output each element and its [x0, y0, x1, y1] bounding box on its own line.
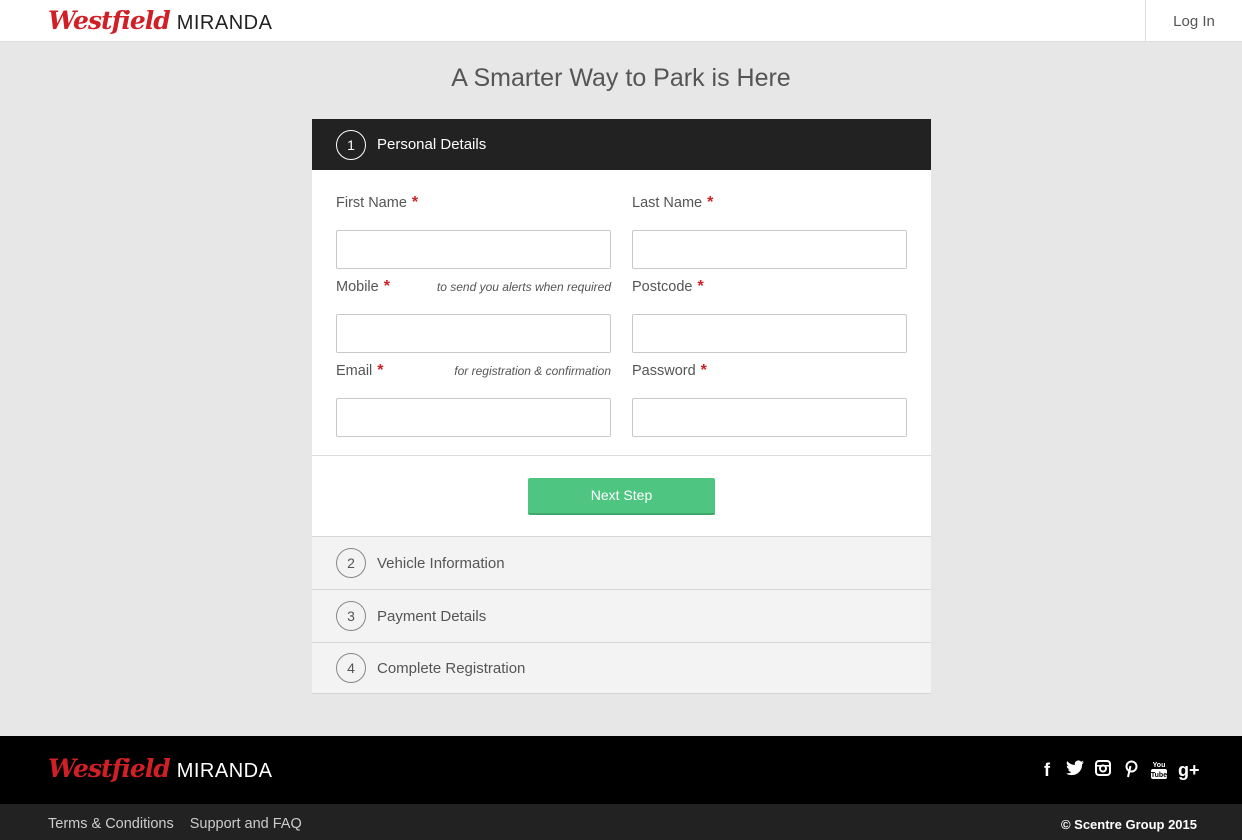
mobile-input[interactable]: [336, 314, 611, 353]
google-plus-icon[interactable]: g+: [1178, 760, 1200, 785]
mobile-label: Mobile: [336, 279, 379, 295]
step-header-complete-registration[interactable]: 4 Complete Registration: [312, 642, 931, 694]
footer-bottom-bar: Terms & Conditions Support and FAQ © Sce…: [0, 804, 1242, 840]
email-hint: for registration & confirmation: [454, 364, 611, 378]
step-title: Personal Details: [377, 136, 487, 153]
required-marker: *: [700, 362, 707, 379]
facebook-icon[interactable]: f: [1038, 760, 1056, 785]
step-number-badge: 1: [336, 129, 366, 160]
terms-and-conditions-link[interactable]: Terms & Conditions: [48, 816, 174, 832]
brand-logo[interactable]: Westfield MIRANDA: [48, 6, 272, 35]
support-faq-link[interactable]: Support and FAQ: [190, 816, 302, 832]
last-name-input[interactable]: [632, 230, 907, 269]
step-title: Payment Details: [377, 607, 487, 625]
last-name-label: Last Name: [632, 195, 703, 211]
password-label: Password: [632, 363, 696, 379]
personal-details-form: First Name * Last Name * Mobile * to send y…: [312, 170, 931, 456]
registration-card: 1 Personal Details First Name * Last Name…: [312, 119, 931, 694]
step-header-personal-details[interactable]: 1 Personal Details: [312, 119, 931, 170]
password-group: Password *: [632, 362, 907, 437]
svg-text:Tube: Tube: [1151, 772, 1167, 779]
youtube-icon[interactable]: You Tube: [1150, 760, 1168, 785]
last-name-group: Last Name *: [632, 194, 907, 269]
postcode-input[interactable]: [632, 314, 907, 353]
pinterest-icon[interactable]: [1122, 760, 1140, 785]
footer-brand-logo[interactable]: Westfield MIRANDA: [48, 754, 272, 783]
brand-name: Westfield: [48, 6, 171, 35]
email-input[interactable]: [336, 398, 611, 437]
step-number-badge: 3: [336, 601, 366, 631]
step-header-vehicle-information[interactable]: 2 Vehicle Information: [312, 536, 931, 589]
instagram-icon[interactable]: [1094, 760, 1112, 785]
svg-text:You: You: [1153, 762, 1166, 769]
password-input[interactable]: [632, 398, 907, 437]
top-header: Westfield MIRANDA Log In: [0, 0, 1242, 42]
email-group: Email * for registration & confirmation: [336, 362, 611, 437]
first-name-group: First Name *: [336, 194, 611, 269]
required-marker: *: [377, 362, 384, 379]
step-number-badge: 2: [336, 548, 366, 578]
social-links: f You Tube g+: [1038, 760, 1200, 785]
footer-brand-name: Westfield: [48, 754, 171, 783]
first-name-label: First Name: [336, 195, 407, 211]
brand-location: MIRANDA: [176, 12, 273, 34]
email-label: Email: [336, 363, 373, 379]
next-step-button[interactable]: Next Step: [528, 477, 715, 515]
footer-brand-location: MIRANDA: [176, 760, 273, 782]
mobile-hint: to send you alerts when required: [436, 280, 611, 294]
postcode-group: Postcode *: [632, 278, 907, 353]
step-number-badge: 4: [336, 653, 366, 683]
login-link[interactable]: Log In: [1145, 0, 1242, 42]
step-title: Complete Registration: [377, 659, 526, 677]
required-marker: *: [697, 278, 704, 295]
required-marker: *: [383, 278, 390, 295]
next-step-row: Next Step: [312, 456, 931, 536]
page-title: A Smarter Way to Park is Here: [451, 64, 791, 92]
step-title: Vehicle Information: [377, 554, 505, 572]
mobile-group: Mobile * to send you alerts when required: [336, 278, 611, 353]
required-marker: *: [707, 194, 714, 211]
footer: Westfield MIRANDA f You Tube g+: [0, 736, 1242, 804]
first-name-input[interactable]: [336, 230, 611, 269]
footer-links: Terms & Conditions Support and FAQ: [48, 816, 302, 832]
required-marker: *: [411, 194, 419, 211]
copyright-text: © Scentre Group 2015: [1060, 817, 1197, 832]
postcode-label: Postcode: [632, 279, 693, 295]
twitter-icon[interactable]: [1066, 760, 1084, 785]
step-header-payment-details[interactable]: 3 Payment Details: [312, 589, 931, 642]
